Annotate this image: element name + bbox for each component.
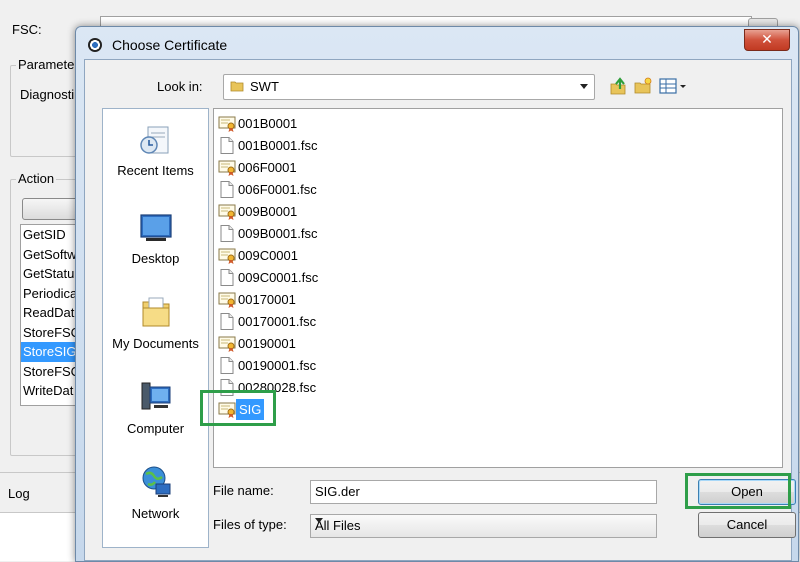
certificate-icon [218,160,236,176]
look-in-combobox[interactable]: SWT [223,74,595,100]
file-name: 001B0001.fsc [238,138,318,153]
view-menu-icon[interactable] [658,76,688,96]
file-name: 006F0001 [238,160,297,175]
place-desktop[interactable]: Desktop [103,209,208,266]
place-label: My Documents [112,336,199,351]
diagnostics-label: Diagnosti [20,87,75,102]
log-label: Log [8,486,30,501]
look-in-value: SWT [250,79,279,94]
file-list[interactable]: 001B0001 001B0001.fsc 006F0001 006F0001.fsc… [213,108,783,468]
network-icon [142,466,170,497]
choose-certificate-dialog: Choose Certificate ✕ Look in: SWT Recent… [75,26,799,562]
chevron-down-icon[interactable] [315,518,323,523]
place-computer[interactable]: Computer [103,379,208,436]
certificate-icon [218,204,236,220]
dialog-titlebar[interactable]: Choose Certificate ✕ [76,27,798,59]
certificate-icon [218,248,236,264]
up-folder-icon[interactable] [608,76,628,96]
cancel-button[interactable]: Cancel [698,512,796,538]
file-name: 00190001 [238,336,296,351]
file-name: 009C0001.fsc [238,270,319,285]
open-highlight-box [685,473,791,509]
dialog-body: Look in: SWT Recent Items Desktop My Doc… [84,59,796,561]
file-name-label: File name: [213,483,274,498]
file-type-label: Files of type: [213,517,287,532]
app-logo-icon [88,38,102,52]
parameters-group-label: Paramete [16,57,77,72]
place-label: Recent Items [117,163,194,178]
places-bar: Recent Items Desktop My Documents Comput… [102,108,209,548]
dialog-title: Choose Certificate [112,37,228,53]
file-name: 001B0001 [238,116,298,131]
file-name-value: SIG.der [315,484,360,499]
file-icon [220,313,234,330]
chevron-down-icon[interactable] [580,84,588,89]
place-label: Desktop [131,251,180,266]
file-name: 00170001 [238,292,296,307]
file-icon [220,181,234,198]
file-icon [220,137,234,154]
file-name: 009B0001.fsc [238,226,318,241]
desktop-icon [139,214,172,241]
close-icon: ✕ [761,31,773,47]
place-my-documents[interactable]: My Documents [103,294,208,351]
my-documents-icon [142,297,169,327]
action-group-label: Action [16,171,57,186]
new-folder-icon[interactable] [633,76,653,96]
file-name-input[interactable]: SIG.der [310,480,657,504]
place-label: Network [131,506,180,521]
look-in-label: Look in: [157,79,203,94]
file-icon [220,357,234,374]
file-name: 00190001.fsc [238,358,317,373]
file-name: 009B0001 [238,204,298,219]
recent-items-icon [139,126,168,154]
file-type-select[interactable]: All Files [310,514,657,538]
close-button[interactable]: ✕ [744,29,790,51]
place-network[interactable]: Network [103,464,208,521]
certificate-icon [218,116,236,132]
file-icon [220,269,234,286]
certificate-icon [218,292,236,308]
file-icon [220,225,234,242]
certificate-icon [218,336,236,352]
sig-highlight-box [200,390,276,426]
place-label: Computer [126,421,185,436]
file-name: 009C0001 [238,248,298,263]
folder-icon [230,81,244,92]
file-name: 006F0001.fsc [238,182,317,197]
place-recent-items[interactable]: Recent Items [103,121,208,178]
fsc-label: FSC: [12,22,42,37]
file-name: 00170001.fsc [238,314,317,329]
computer-icon [141,382,170,410]
